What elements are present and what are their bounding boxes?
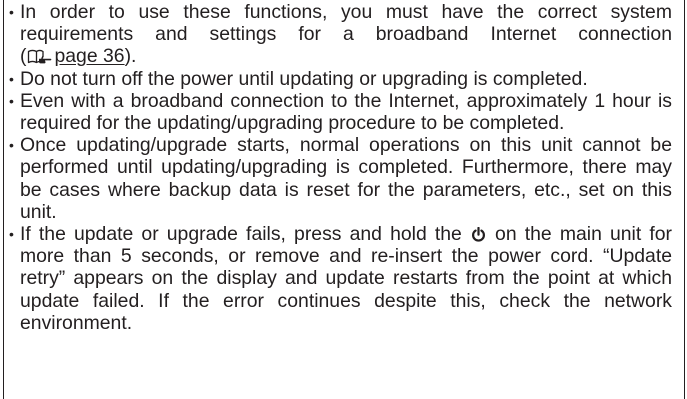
bullet: • [9,137,14,154]
power-icon [471,227,485,242]
page-reference: ( page 36). [20,45,136,67]
note-sentence: In order to use these functions, you mus… [20,1,672,46]
ref-open-paren: ( [20,45,27,68]
note-sentence: If the update or upgrade fails, press an… [20,223,470,246]
notes-box: • In order to use these functions, you m… [3,0,685,399]
note-text: Even with a broadband connection to the … [20,89,672,135]
bullet: • [9,4,14,20]
page-36-link[interactable]: page 36 [54,45,124,67]
list-item: • Do not turn off the power until updati… [9,68,672,90]
list-item: • Once updating/upgrade starts, normal o… [9,134,672,223]
list-item: • Even with a broadband connection to th… [9,90,672,134]
list-item: • If the update or upgrade fails, press … [9,223,672,334]
list-item: • In order to use these functions, you m… [9,1,672,68]
note-text: If the update or upgrade fails, press an… [20,223,672,334]
note-text: In order to use these functions, you mus… [20,1,672,68]
book-pointing-hand-icon [28,50,52,64]
ref-close-paren: ). [124,45,137,68]
note-text: Do not turn off the power until updating… [20,67,588,90]
note-text: Once updating/upgrade starts, normal ope… [20,134,672,223]
bullet: • [9,226,14,243]
bullet: • [9,92,14,109]
bullet: • [9,70,14,87]
notes-list: • In order to use these functions, you m… [9,1,672,334]
